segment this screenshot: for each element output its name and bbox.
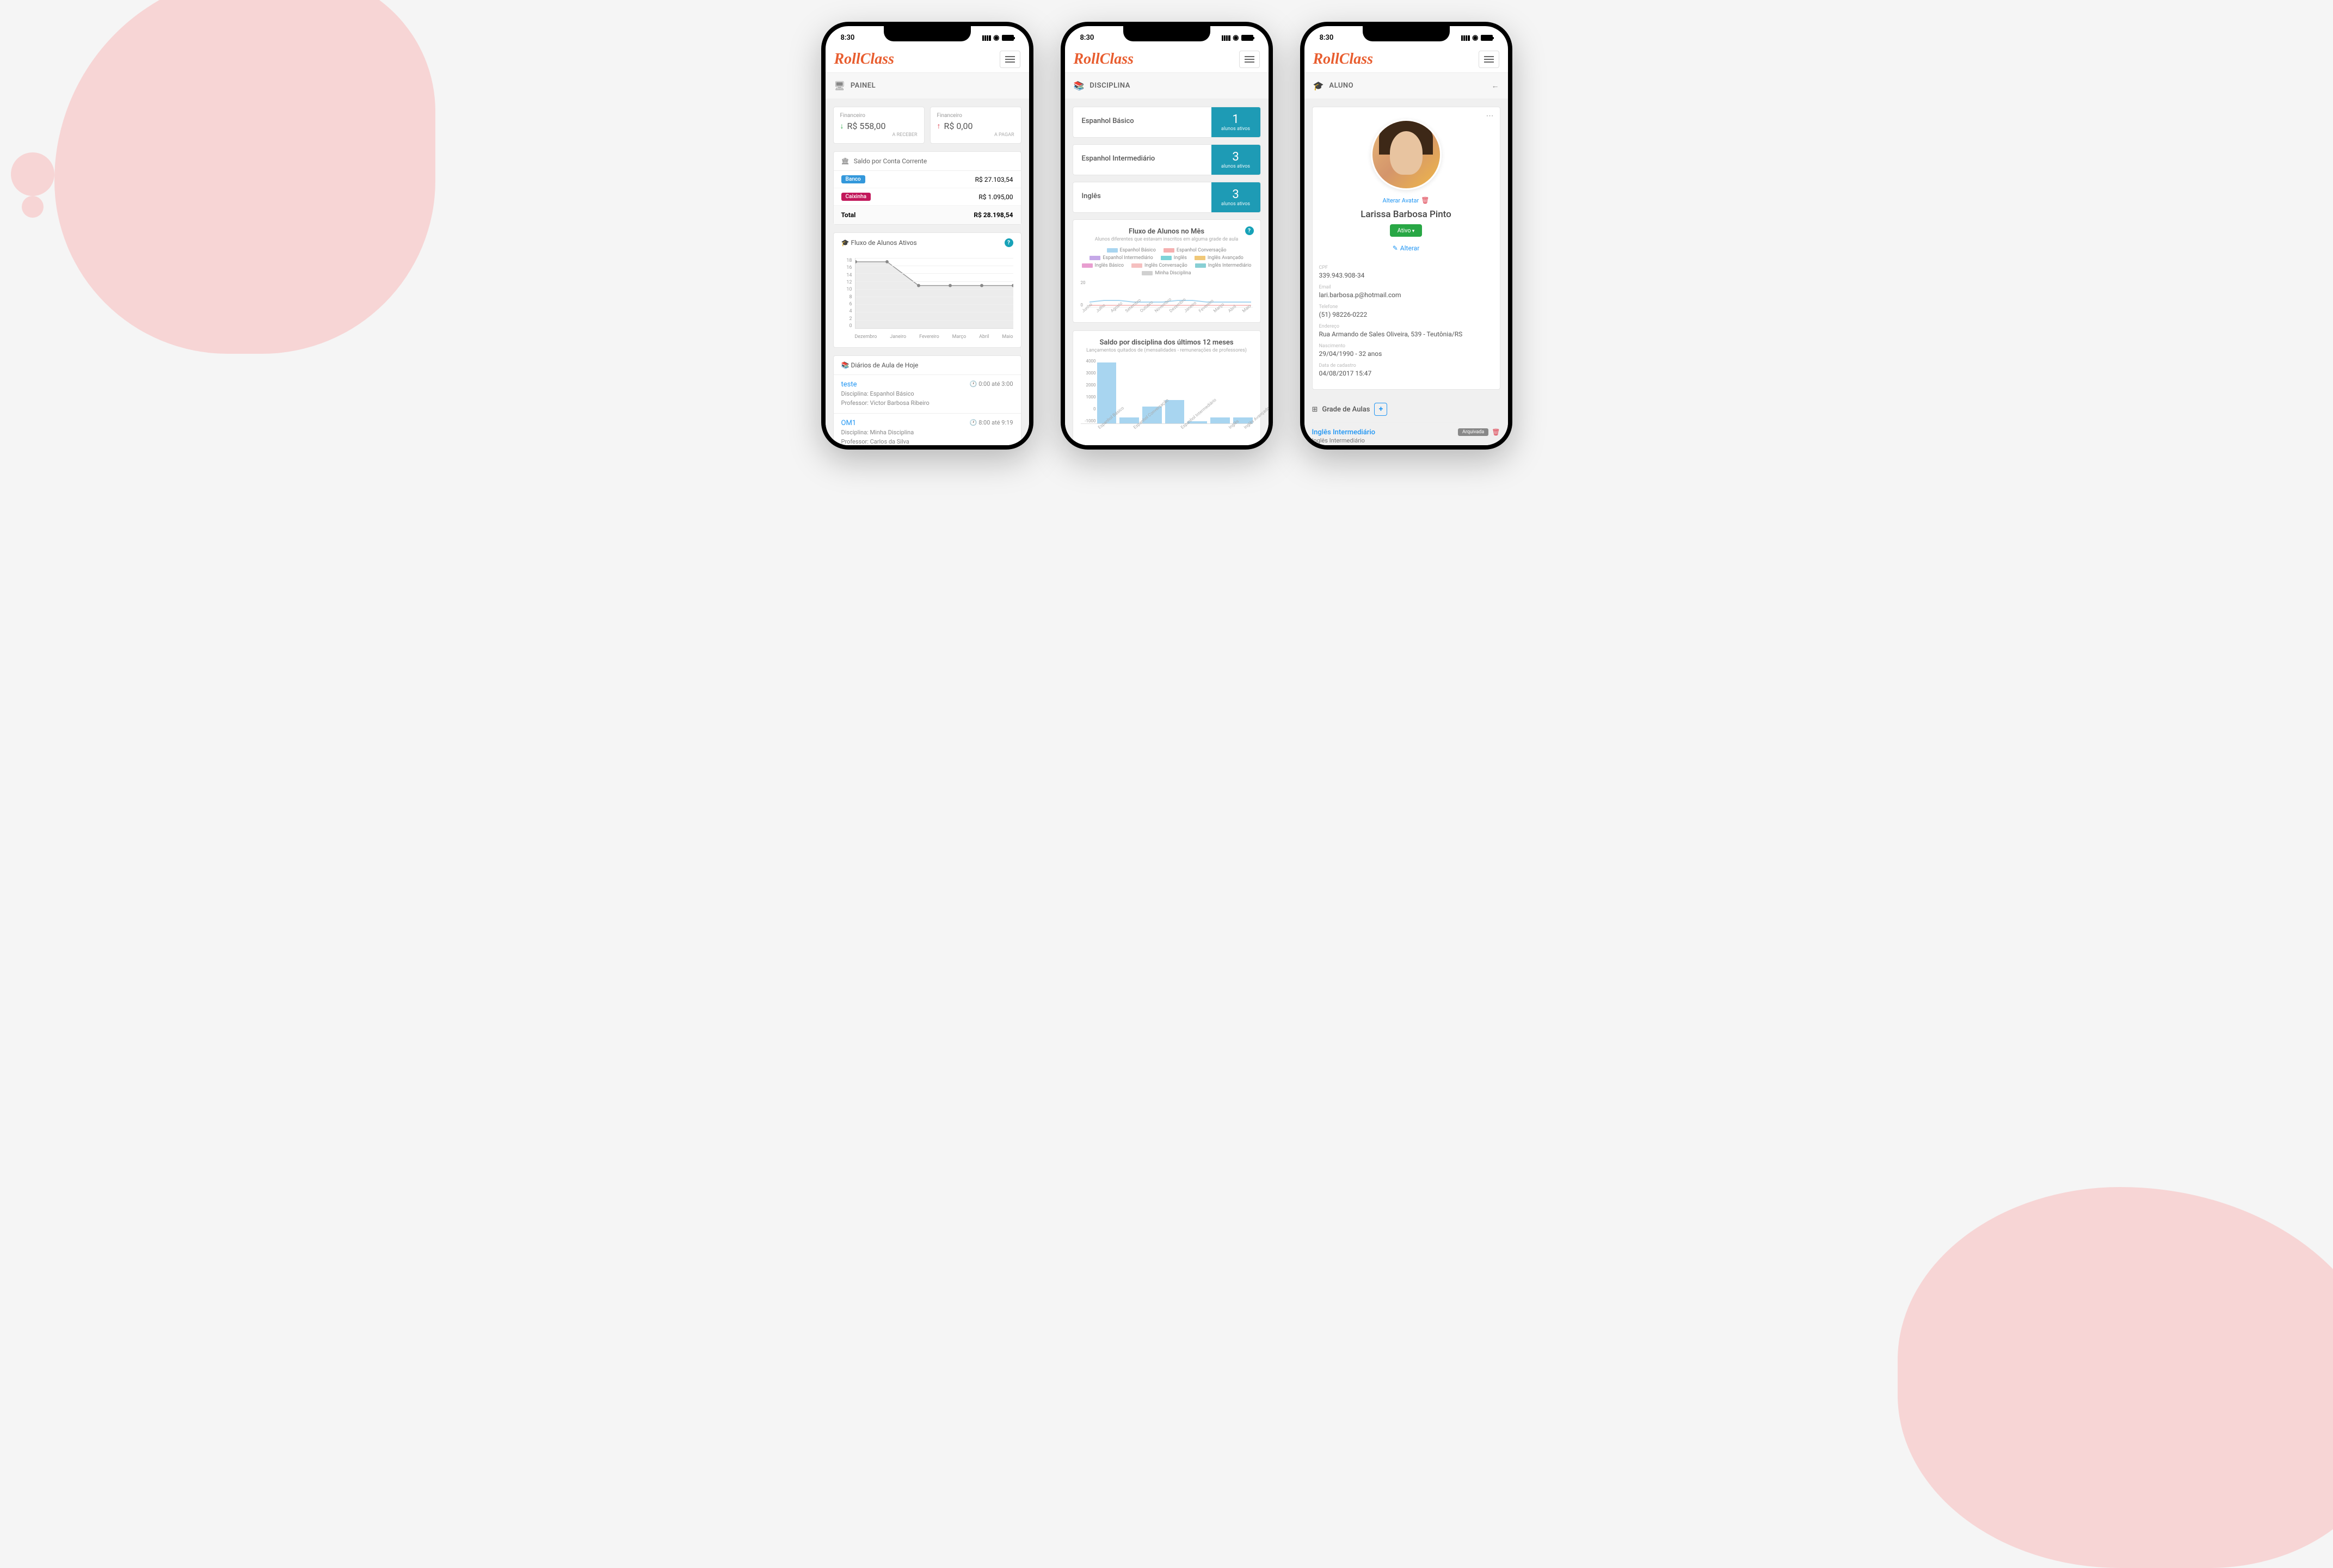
signal-icon: [982, 35, 991, 41]
graduation-icon: 🎓: [1313, 81, 1324, 91]
info-label: Nascimento: [1319, 343, 1493, 349]
balance-card: 🏛Saldo por Conta Corrente BancoR$ 27.103…: [833, 151, 1021, 225]
bank-icon: 🏛: [841, 157, 850, 165]
delete-icon[interactable]: 🗑: [1492, 428, 1500, 436]
arrow-down-icon: ↓: [840, 121, 844, 131]
books-icon: 📚: [1074, 81, 1085, 91]
account-row[interactable]: BancoR$ 27.103,54: [834, 171, 1021, 188]
graduation-icon: 🎓: [841, 239, 850, 247]
finance-pay-card[interactable]: Financeiro ↑R$ 0,00 A PAGAR: [930, 107, 1021, 144]
wifi-icon: ◉: [1233, 34, 1239, 42]
info-label: Telefone: [1319, 304, 1493, 310]
discipline-item[interactable]: Espanhol Básico 1alunos ativos: [1073, 107, 1261, 138]
clock-icon: 🕐: [970, 380, 977, 388]
menu-button[interactable]: [1479, 51, 1499, 68]
wifi-icon: ◉: [993, 34, 999, 42]
legend-item[interactable]: Espanhol Básico: [1107, 248, 1156, 253]
wifi-icon: ◉: [1472, 34, 1478, 42]
legend-item[interactable]: Espanhol Intermediário: [1089, 255, 1153, 261]
more-icon[interactable]: ⋯: [1486, 112, 1494, 120]
legend-item[interactable]: Inglês Avançado: [1195, 255, 1244, 261]
chart-legend: Espanhol Básico Espanhol Conversação Espan…: [1081, 248, 1253, 276]
help-icon[interactable]: ?: [1005, 238, 1013, 247]
info-value: 29/04/1990 - 32 anos: [1319, 350, 1493, 358]
add-grade-button[interactable]: +: [1374, 403, 1387, 416]
battery-icon: [1481, 35, 1493, 41]
battery-icon: [1002, 35, 1014, 41]
fluxo-mes-chart: ? Fluxo de Alunos no Mês Alunos diferent…: [1073, 219, 1261, 323]
back-icon[interactable]: ←: [1492, 81, 1499, 90]
arrow-up-icon: ↑: [937, 121, 941, 131]
delete-avatar-icon[interactable]: 🗑: [1421, 196, 1429, 204]
monitor-icon: 🖥: [834, 81, 845, 91]
student-name: Larissa Barbosa Pinto: [1319, 209, 1493, 220]
phone-disciplina: 8:30 ◉ RollClass 📚 DISCIPLINA Espanhol B…: [1061, 22, 1273, 450]
section-title: ALUNO: [1329, 82, 1353, 90]
info-value: 339.943.908-34: [1319, 272, 1493, 279]
status-time: 8:30: [841, 34, 855, 42]
status-time: 8:30: [1320, 34, 1334, 42]
diary-item[interactable]: OM1🕐 8:00 até 9:19 Disciplina: Minha Dis…: [834, 413, 1021, 445]
info-label: Endereço: [1319, 324, 1493, 329]
phone-aluno: 8:30 ◉ RollClass 🎓 ALUNO ← ⋯ Alterar Ava…: [1300, 22, 1512, 450]
grid-icon: ⊞: [1312, 405, 1318, 414]
book-icon: 📚: [841, 361, 850, 369]
edit-link[interactable]: ✎Alterar: [1319, 244, 1493, 252]
info-value: Rua Armando de Sales Oliveira, 539 - Teu…: [1319, 330, 1493, 338]
diary-item[interactable]: teste🕐 0:00 até 3:00 Disciplina: Espanho…: [834, 374, 1021, 413]
menu-button[interactable]: [1000, 51, 1020, 68]
brand-logo[interactable]: RollClass: [1074, 51, 1134, 68]
info-value: (51) 98226-0222: [1319, 311, 1493, 318]
brand-logo[interactable]: RollClass: [834, 51, 894, 68]
info-label: Data de cadastro: [1319, 363, 1493, 368]
signal-icon: [1222, 35, 1230, 41]
signal-icon: [1461, 35, 1470, 41]
legend-item[interactable]: Inglês Básico: [1082, 263, 1124, 268]
finance-receive-card[interactable]: Financeiro ↓R$ 558,00 A RECEBER: [833, 107, 925, 144]
menu-button[interactable]: [1239, 51, 1260, 68]
line-chart: 181614121086420 DezembroJaneiroFevereiro…: [841, 258, 1013, 340]
info-value: 04/08/2017 15:47: [1319, 370, 1493, 377]
section-title: DISCIPLINA: [1089, 82, 1130, 90]
change-avatar-link[interactable]: Alterar Avatar: [1383, 197, 1419, 204]
discipline-item[interactable]: Inglês 3alunos ativos: [1073, 182, 1261, 213]
legend-item[interactable]: Inglês: [1161, 255, 1187, 261]
info-label: Email: [1319, 285, 1493, 290]
profile-card: ⋯ Alterar Avatar 🗑 Larissa Barbosa Pinto…: [1312, 107, 1500, 390]
help-icon[interactable]: ?: [1245, 226, 1254, 235]
legend-item[interactable]: Inglês Intermediário: [1195, 263, 1252, 268]
grade-section: ⊞Grade de Aulas+ Inglês Intermediário In…: [1312, 396, 1500, 445]
legend-item[interactable]: Minha Disciplina: [1142, 270, 1191, 276]
status-time: 8:30: [1080, 34, 1094, 42]
diary-card: 📚 Diários de Aula de Hoje teste🕐 0:00 at…: [833, 355, 1021, 445]
account-row[interactable]: CaixinhaR$ 1.095,00: [834, 188, 1021, 206]
clock-icon: 🕐: [970, 419, 977, 426]
avatar[interactable]: [1371, 119, 1442, 190]
section-title: PAINEL: [851, 82, 876, 90]
legend-item[interactable]: Inglês Conversação: [1131, 263, 1187, 268]
fluxo-chart-card: 🎓 Fluxo de Alunos Ativos? 18161412108642…: [833, 232, 1021, 348]
phone-painel: 8:30 ◉ RollClass 🖥 PAINEL Financeiro ↓R$…: [821, 22, 1033, 450]
saldo-disc-chart: Saldo por disciplina dos últimos 12 mese…: [1073, 330, 1261, 445]
discipline-item[interactable]: Espanhol Intermediário 3alunos ativos: [1073, 144, 1261, 175]
info-value: lari.barbosa.p@hotmail.com: [1319, 291, 1493, 299]
archived-badge: Arquivada: [1458, 428, 1488, 436]
info-label: CPF: [1319, 265, 1493, 270]
pencil-icon: ✎: [1393, 244, 1398, 252]
brand-logo[interactable]: RollClass: [1313, 51, 1373, 68]
status-dropdown[interactable]: Ativo: [1390, 224, 1423, 237]
battery-icon: [1241, 35, 1253, 41]
legend-item[interactable]: Espanhol Conversação: [1164, 248, 1227, 253]
grade-item[interactable]: Inglês Intermediário Inglês Intermediári…: [1312, 422, 1500, 445]
